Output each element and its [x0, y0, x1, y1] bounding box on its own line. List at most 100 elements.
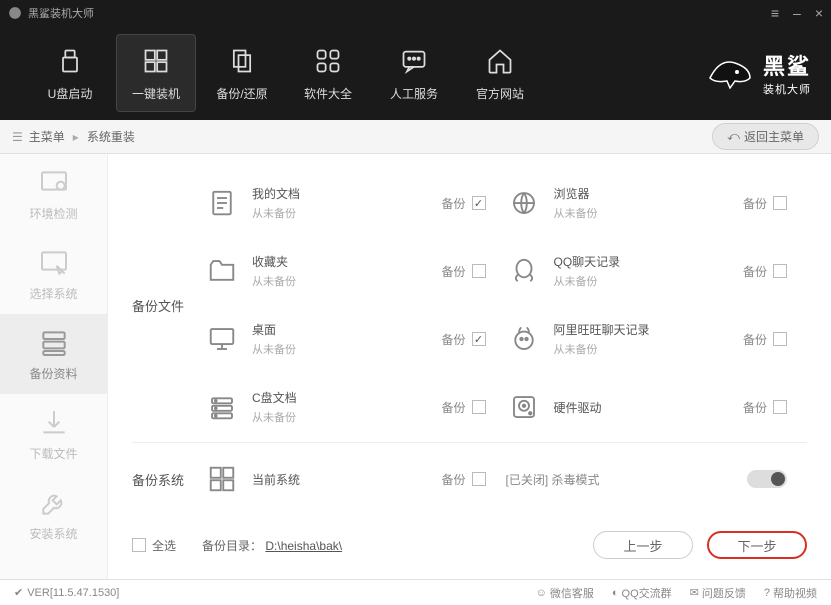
select-all[interactable]: 全选	[132, 537, 176, 554]
nav-label: 软件大全	[304, 85, 352, 102]
qq-group-link[interactable]: ◐QQ交流群	[612, 585, 672, 601]
ie-icon	[506, 185, 542, 221]
backup-action: 备份	[743, 399, 767, 416]
item-sub: 从未备份	[554, 341, 743, 357]
sidebar-label: 环境检测	[29, 205, 77, 222]
nav-website[interactable]: 官方网站	[460, 34, 540, 112]
minimize-icon[interactable]: –	[793, 5, 801, 21]
checkbox-docs[interactable]: ✓	[472, 196, 486, 210]
sidebar-install[interactable]: 安装系统	[0, 474, 107, 554]
list-icon: ☰	[12, 130, 23, 144]
item-drivers: 硬件驱动 备份	[506, 376, 808, 438]
windows-sys-icon	[204, 461, 240, 497]
wechat-icon: ☺	[536, 587, 547, 599]
logo: 黑鲨 装机大师	[705, 48, 811, 98]
wrench-icon	[38, 487, 70, 519]
backup-files-label: 备份文件	[132, 296, 204, 315]
checkbox-aliww[interactable]	[773, 332, 787, 346]
sidebar-env-check[interactable]: 环境检测	[0, 154, 107, 234]
backup-action: 备份	[743, 195, 767, 212]
checkbox-qq[interactable]	[773, 264, 787, 278]
item-title: 收藏夹	[252, 253, 441, 270]
backup-action: 备份	[441, 195, 465, 212]
statusbar: ✔ VER[11.5.47.1530] ☺微信客服 ◐QQ交流群 ✉问题反馈 ?…	[0, 579, 831, 605]
usb-icon	[54, 45, 86, 77]
item-desktop: 桌面从未备份 备份 ✓	[204, 308, 506, 370]
checkbox-cursys[interactable]	[472, 472, 486, 486]
checkbox-desktop[interactable]: ✓	[472, 332, 486, 346]
item-my-documents: 我的文档从未备份 备份 ✓	[204, 172, 506, 234]
nav-software[interactable]: 软件大全	[288, 34, 368, 112]
backup-action: 备份	[441, 471, 465, 488]
breadcrumb: ☰ 主菜单 ▸ 系统重装 ⤺ 返回主菜单	[0, 120, 831, 154]
sidebar-label: 选择系统	[29, 285, 77, 302]
breadcrumb-root[interactable]: 主菜单	[29, 128, 65, 145]
next-button[interactable]: 下一步	[707, 531, 807, 559]
home-icon	[484, 45, 516, 77]
checkbox-favorites[interactable]	[472, 264, 486, 278]
nav-backup-restore[interactable]: 备份/还原	[202, 34, 282, 112]
wechat-support-link[interactable]: ☺微信客服	[536, 585, 594, 601]
item-title: 浏览器	[554, 185, 743, 202]
back-to-main-button[interactable]: ⤺ 返回主菜单	[712, 123, 819, 150]
content-panel: 备份文件 我的文档从未备份 备份✓ 浏览器从未备份 备份 收藏夹从未备份	[108, 154, 831, 579]
nav-usb-boot[interactable]: U盘启动	[30, 34, 110, 112]
antivirus-label: [已关闭] 杀毒模式	[506, 471, 600, 488]
close-icon[interactable]: ×	[815, 5, 823, 21]
cursor-icon	[38, 247, 70, 279]
menu-icon[interactable]: ≡	[771, 5, 779, 21]
backup-path: 备份目录： D:\heisha\bak\	[202, 537, 342, 554]
backup-action: 备份	[743, 331, 767, 348]
feedback-link[interactable]: ✉问题反馈	[690, 585, 746, 601]
sidebar-label: 备份资料	[29, 365, 77, 382]
antivirus-toggle-row: [已关闭] 杀毒模式	[506, 448, 808, 510]
monitor-icon	[204, 321, 240, 357]
sidebar-select-system[interactable]: 选择系统	[0, 234, 107, 314]
feedback-icon: ✉	[690, 586, 699, 599]
path-link[interactable]: D:\heisha\bak\	[265, 539, 342, 553]
help-video-link[interactable]: ?帮助视频	[764, 585, 817, 601]
top-nav: U盘启动 一键装机 备份/还原 软件大全 人工服务 官方网站 黑鲨 装机大师	[0, 26, 831, 120]
antivirus-toggle[interactable]	[747, 470, 787, 488]
nav-support[interactable]: 人工服务	[374, 34, 454, 112]
path-label: 备份目录：	[202, 539, 262, 553]
logo-main: 黑鲨	[763, 49, 811, 81]
checkbox-cdrive[interactable]	[472, 400, 486, 414]
item-title: QQ聊天记录	[554, 253, 743, 270]
titlebar: 黑鲨装机大师 ≡ – ×	[0, 0, 831, 26]
item-sub: 从未备份	[554, 273, 743, 289]
select-all-label: 全选	[152, 537, 176, 554]
item-sub: 从未备份	[252, 205, 441, 221]
item-qq-chat: QQ聊天记录从未备份 备份	[506, 240, 808, 302]
checkbox-drivers[interactable]	[773, 400, 787, 414]
item-title: 桌面	[252, 321, 441, 338]
sidebar-backup-data[interactable]: 备份资料	[0, 314, 107, 394]
checkbox-browser[interactable]	[773, 196, 787, 210]
item-sub: 从未备份	[554, 205, 743, 221]
prev-button[interactable]: 上一步	[593, 531, 693, 559]
item-title: 当前系统	[252, 471, 441, 488]
logo-sub: 装机大师	[763, 81, 811, 97]
qq-icon	[506, 253, 542, 289]
checkbox-select-all[interactable]	[132, 538, 146, 552]
item-title: 硬件驱动	[554, 399, 743, 416]
back-arrow-icon: ⤺	[727, 129, 740, 144]
sidebar-label: 安装系统	[29, 525, 77, 542]
folder-icon	[204, 253, 240, 289]
item-cdrive: C盘文档从未备份 备份	[204, 376, 506, 438]
shark-icon	[705, 48, 755, 98]
item-sub: 从未备份	[252, 409, 441, 425]
nav-label: 一键装机	[132, 85, 180, 102]
divider	[132, 442, 807, 443]
item-sub: 从未备份	[252, 341, 441, 357]
backup-action: 备份	[441, 263, 465, 280]
qq-small-icon: ◐	[612, 587, 619, 599]
nav-label: 人工服务	[390, 85, 438, 102]
sidebar-download[interactable]: 下载文件	[0, 394, 107, 474]
monitor-gear-icon	[38, 167, 70, 199]
backup-system-label: 备份系统	[132, 470, 204, 489]
nav-one-click-install[interactable]: 一键装机	[116, 34, 196, 112]
copy-icon	[226, 45, 258, 77]
item-title: 我的文档	[252, 185, 441, 202]
backup-action: 备份	[441, 331, 465, 348]
